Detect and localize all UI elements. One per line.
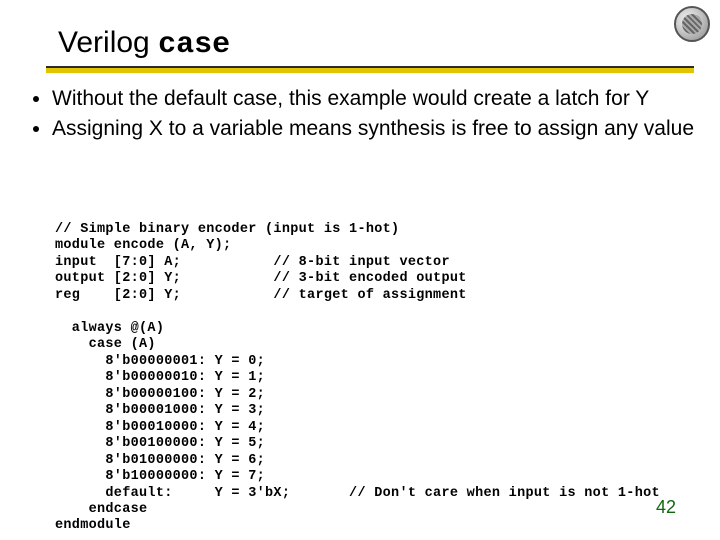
institution-logo [674,6,710,42]
bullet-item: Assigning X to a variable means synthesi… [52,116,696,142]
page-number: 42 [656,497,676,518]
code-block: // Simple binary encoder (input is 1-hot… [55,222,660,535]
title-rule-yellow [46,68,694,73]
bullet-item: Without the default case, this example w… [52,86,696,112]
logo-inner [682,14,702,34]
title-word-verilog: Verilog [58,26,150,59]
bullet-list: Without the default case, this example w… [24,86,696,147]
slide-title: Verilog case [58,28,230,60]
title-word-case: case [158,28,230,62]
